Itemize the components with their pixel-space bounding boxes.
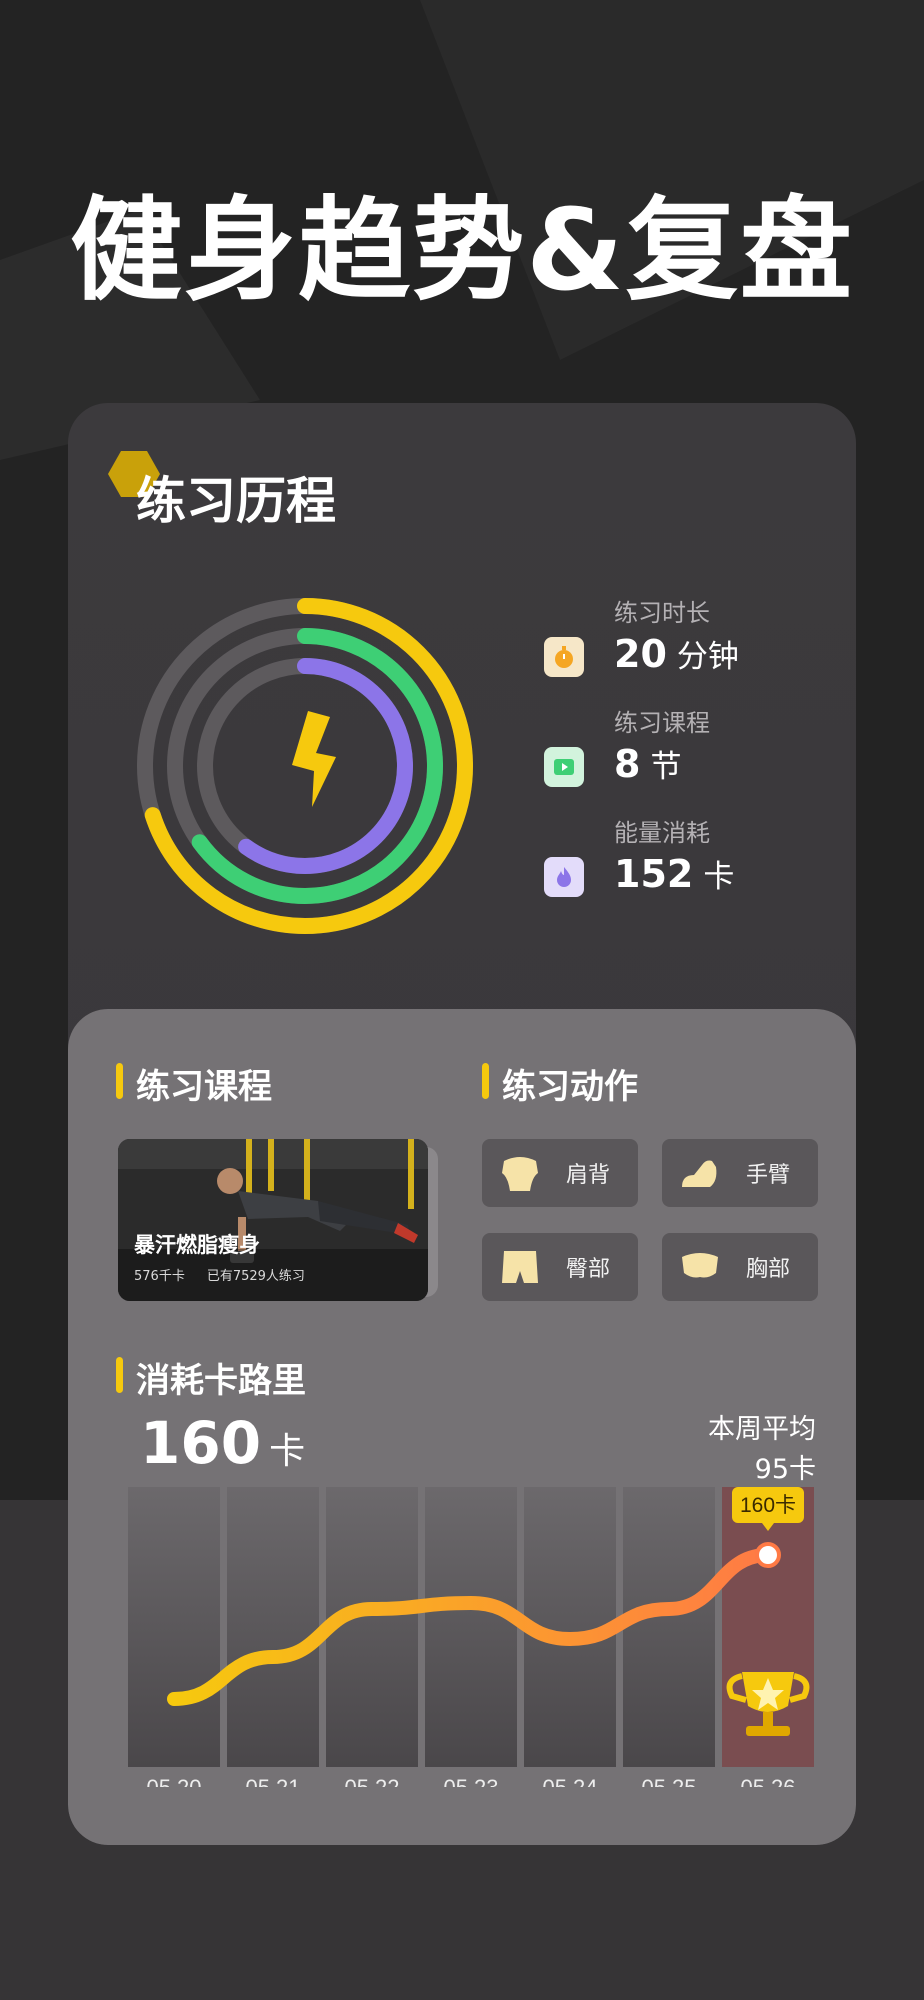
stat-duration: 练习时长 20 分钟	[544, 593, 844, 703]
move-label: 臀部	[566, 1257, 611, 1282]
lightning-icon	[292, 711, 336, 807]
stat-value: 20 分钟	[614, 632, 739, 676]
move-label: 胸部	[746, 1257, 791, 1282]
courses-title: 练习课程	[136, 1067, 272, 1107]
chart-column	[425, 1487, 517, 1767]
x-tick-label: 05.24	[542, 1775, 597, 1787]
move-label: 手臂	[746, 1163, 791, 1188]
accent-bar	[116, 1063, 123, 1099]
stat-value: 152 卡	[614, 852, 735, 896]
weekly-average-label: 本周平均	[708, 1414, 816, 1445]
stat-label: 练习课程	[614, 709, 710, 737]
flame-icon	[544, 857, 584, 897]
accent-bar	[482, 1063, 489, 1099]
course-card[interactable]: 暴汗燃脂瘦身 576千卡 已有7529人练习	[118, 1139, 428, 1301]
history-title: 练习历程	[136, 472, 336, 530]
hero-title: 健身趋势&复盘	[70, 186, 854, 316]
calorie-chart: 05.20 05.21 05.22 05.23 05.24 05.25 05.26 160卡	[128, 1487, 814, 1787]
stat-courses: 练习课程 8节	[544, 703, 844, 813]
arm-icon	[682, 1160, 717, 1187]
x-tick-label: 05.21	[245, 1775, 300, 1787]
move-shoulder-back[interactable]: 肩背	[482, 1139, 638, 1207]
course-calories: 576千卡	[134, 1269, 185, 1284]
x-tick-label: 05.22	[344, 1775, 399, 1787]
chart-column	[227, 1487, 319, 1767]
chart-column	[623, 1487, 715, 1767]
chart-column	[326, 1487, 418, 1767]
stat-energy: 能量消耗 152 卡	[544, 813, 844, 923]
chart-column	[128, 1487, 220, 1767]
video-play-icon	[544, 747, 584, 787]
x-tick-label: 05.23	[443, 1775, 498, 1787]
calories-title: 消耗卡路里	[136, 1361, 306, 1401]
moves-title: 练习动作	[502, 1067, 638, 1107]
stopwatch-icon	[544, 637, 584, 677]
shoulder-back-icon	[502, 1157, 538, 1191]
x-tick-label: 05.26	[740, 1775, 795, 1787]
move-chest[interactable]: 胸部	[662, 1233, 818, 1301]
x-tick-label: 05.25	[641, 1775, 696, 1787]
activity-rings	[132, 593, 478, 939]
hip-icon	[502, 1251, 538, 1283]
stat-label: 练习时长	[614, 599, 710, 627]
stat-label: 能量消耗	[614, 819, 710, 847]
course-name: 暴汗燃脂瘦身	[134, 1233, 260, 1257]
today-calories: 160 卡	[140, 1409, 306, 1477]
details-panel: 练习课程 练习动作 暴汗燃脂瘦身 576千卡 已有7529人练习 肩背 手臂 臀…	[68, 1009, 856, 1845]
chest-icon	[682, 1253, 718, 1278]
stat-value: 8节	[614, 742, 682, 786]
stats-list: 练习时长 20 分钟 练习课程 8节 能量消耗 152 卡	[544, 593, 844, 923]
weekly-average-value: 95卡	[754, 1454, 816, 1485]
course-participants: 已有7529人练习	[206, 1269, 305, 1284]
move-hip[interactable]: 臀部	[482, 1233, 638, 1301]
tooltip-text: 160卡	[740, 1494, 796, 1517]
move-arm[interactable]: 手臂	[662, 1139, 818, 1207]
accent-bar	[116, 1357, 123, 1393]
x-tick-label: 05.20	[146, 1775, 201, 1787]
chart-point	[755, 1542, 781, 1568]
history-card: 练习历程 练习时长 20 分钟 练习课程 8节 能量消耗 152 卡 练习课程 …	[68, 403, 856, 1845]
course-meta: 576千卡 已有7529人练习	[134, 1265, 327, 1284]
move-label: 肩背	[566, 1163, 611, 1188]
